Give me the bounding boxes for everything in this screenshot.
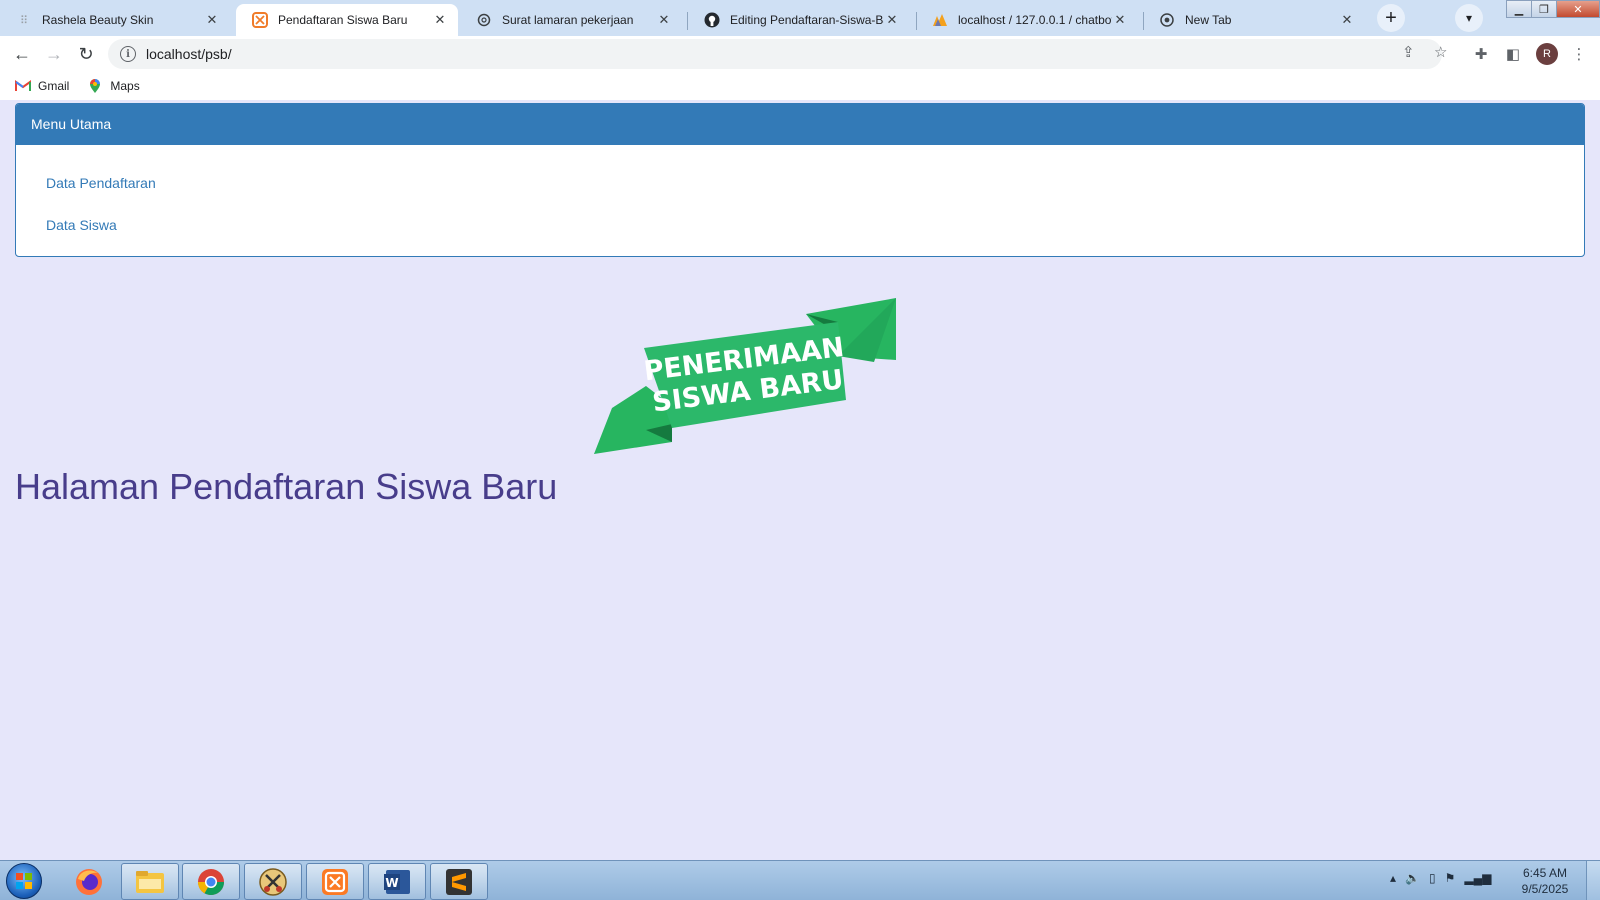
gmail-icon: [15, 78, 31, 94]
tab-rashela-beauty-skin[interactable]: ⠿ Rashela Beauty Skin ✕: [0, 4, 230, 36]
word-icon: W: [384, 869, 410, 894]
bookmark-label: Maps: [110, 79, 140, 93]
volume-icon[interactable]: 🔈: [1405, 871, 1420, 885]
bookmark-gmail[interactable]: Gmail: [15, 78, 69, 94]
menu-link-data-pendaftaran[interactable]: Data Pendaftaran: [46, 173, 1554, 193]
xampp-icon: [252, 12, 268, 28]
tab-new-tab[interactable]: New Tab ✕: [1143, 4, 1365, 36]
show-desktop-button[interactable]: [1586, 861, 1600, 900]
panel-heading: Menu Utama: [16, 104, 1584, 145]
menu-link-data-siswa[interactable]: Data Siswa: [46, 215, 1554, 235]
taskbar-xampp[interactable]: [306, 863, 364, 900]
restore-icon: ❐: [1539, 3, 1549, 16]
firefox-icon: [76, 868, 102, 895]
clock-time: 6:45 AM: [1522, 866, 1568, 880]
windows-logo-icon: [16, 873, 32, 889]
tab-title: Editing Pendaftaran-Siswa-Baru: [730, 13, 884, 27]
chrome-icon: [197, 868, 225, 895]
tab-title: localhost / 127.0.0.1 / chatbot_: [958, 13, 1112, 27]
reload-button[interactable]: ↻: [72, 40, 100, 68]
taskbar-clock[interactable]: 6:45 AM 9/5/2025: [1515, 865, 1575, 897]
tab-search-button[interactable]: ▾: [1455, 4, 1483, 32]
windows-taskbar: W ▴ 🔈 ▯ ⚑ ▂▄▆ 6:45 AM 9/5/2025: [0, 860, 1600, 900]
browser-toolbar: ← → ↻ i localhost/psb/ ⇪ ☆ ✚ ◧ R ⋮: [0, 36, 1600, 72]
show-hidden-icons-icon[interactable]: ▴: [1390, 871, 1396, 885]
close-tab-icon[interactable]: ✕: [1112, 12, 1128, 28]
main-menu-panel: Menu Utama Data Pendaftaran Data Siswa: [15, 103, 1585, 257]
tab-title: New Tab: [1185, 13, 1232, 27]
start-button[interactable]: [6, 863, 42, 899]
taskbar-snipping-tool[interactable]: [244, 863, 302, 900]
svg-text:W: W: [385, 876, 398, 890]
xampp-icon: [322, 868, 348, 895]
close-icon: ✕: [1573, 3, 1583, 16]
maps-icon: [87, 78, 103, 94]
taskbar-sublime-text[interactable]: [430, 863, 488, 900]
bookmark-maps[interactable]: Maps: [87, 78, 140, 94]
snipping-tool-icon: [259, 867, 287, 896]
profile-avatar[interactable]: R: [1536, 43, 1558, 65]
page-content: Menu Utama Data Pendaftaran Data Siswa P…: [0, 100, 1600, 860]
close-tab-icon[interactable]: ✕: [656, 12, 672, 28]
page-title: Halaman Pendaftaran Siswa Baru: [15, 466, 558, 507]
url-text: localhost/psb/: [146, 46, 232, 62]
tab-surat-lamaran-pekerjaan[interactable]: Surat lamaran pekerjaan ✕: [460, 4, 682, 36]
restore-button[interactable]: ❐: [1531, 0, 1557, 18]
close-tab-icon[interactable]: ✕: [884, 12, 900, 28]
tab-pendaftaran-siswa-baru[interactable]: Pendaftaran Siswa Baru ✕: [236, 4, 458, 36]
tab-title: Pendaftaran Siswa Baru: [278, 13, 408, 27]
phpmyadmin-icon: [932, 12, 948, 28]
chatgpt-icon: [476, 12, 492, 28]
chrome-icon: [1159, 12, 1175, 28]
network-signal-icon[interactable]: ▂▄▆: [1464, 871, 1491, 885]
taskbar-chrome[interactable]: [182, 863, 240, 900]
bookmark-star-icon[interactable]: ☆: [1434, 43, 1447, 61]
clock-date: 9/5/2025: [1521, 882, 1569, 896]
close-tab-icon[interactable]: ✕: [1339, 12, 1355, 28]
panel-body: Data Pendaftaran Data Siswa: [16, 145, 1584, 250]
bookmarks-bar: Gmail Maps: [0, 72, 1600, 100]
close-tab-icon[interactable]: ✕: [432, 12, 448, 28]
page-icon: ⠿: [19, 14, 29, 27]
site-info-icon[interactable]: i: [120, 46, 136, 62]
share-icon[interactable]: ⇪: [1402, 43, 1415, 61]
forward-button[interactable]: →: [40, 40, 68, 68]
window-controls: ▁ ❐ ✕: [1506, 0, 1600, 20]
system-tray: ▴ 🔈 ▯ ⚑ ▂▄▆: [1390, 871, 1491, 885]
browser-tab-strip: ⠿ Rashela Beauty Skin ✕ Pendaftaran Sisw…: [0, 0, 1600, 36]
plus-icon: +: [1385, 6, 1397, 29]
tab-title: Surat lamaran pekerjaan: [502, 13, 634, 27]
tab-editing-github[interactable]: Editing Pendaftaran-Siswa-Baru ✕: [688, 4, 910, 36]
close-window-button[interactable]: ✕: [1556, 0, 1600, 18]
new-tab-button[interactable]: +: [1377, 4, 1405, 32]
sublime-text-icon: [446, 868, 472, 895]
power-icon[interactable]: ▯: [1429, 871, 1436, 885]
extensions-icon[interactable]: ✚: [1470, 43, 1492, 65]
github-icon: [704, 12, 720, 28]
address-bar[interactable]: i localhost/psb/: [108, 39, 1442, 69]
side-panel-icon[interactable]: ◧: [1502, 43, 1524, 65]
minimize-button[interactable]: ▁: [1506, 0, 1532, 18]
penerimaan-siswa-baru-banner: PENERIMAAN SISWA BARU: [594, 298, 896, 454]
back-button[interactable]: ←: [8, 40, 36, 68]
bookmark-label: Gmail: [38, 79, 70, 93]
taskbar-explorer[interactable]: [121, 863, 179, 900]
reload-icon: ↻: [78, 43, 94, 64]
action-center-flag-icon[interactable]: ⚑: [1445, 871, 1456, 885]
arrow-right-icon: →: [45, 43, 63, 64]
explorer-icon: [136, 870, 164, 893]
minimize-icon: ▁: [1514, 3, 1524, 16]
taskbar-word[interactable]: W: [368, 863, 426, 900]
close-tab-icon[interactable]: ✕: [204, 12, 220, 28]
tab-phpmyadmin[interactable]: localhost / 127.0.0.1 / chatbot_ ✕: [916, 4, 1138, 36]
tab-title: Rashela Beauty Skin: [42, 13, 154, 27]
chevron-down-icon: ▾: [1465, 11, 1473, 25]
arrow-left-icon: ←: [13, 43, 31, 64]
more-menu-icon[interactable]: ⋮: [1568, 43, 1590, 65]
taskbar-firefox[interactable]: [60, 863, 118, 900]
